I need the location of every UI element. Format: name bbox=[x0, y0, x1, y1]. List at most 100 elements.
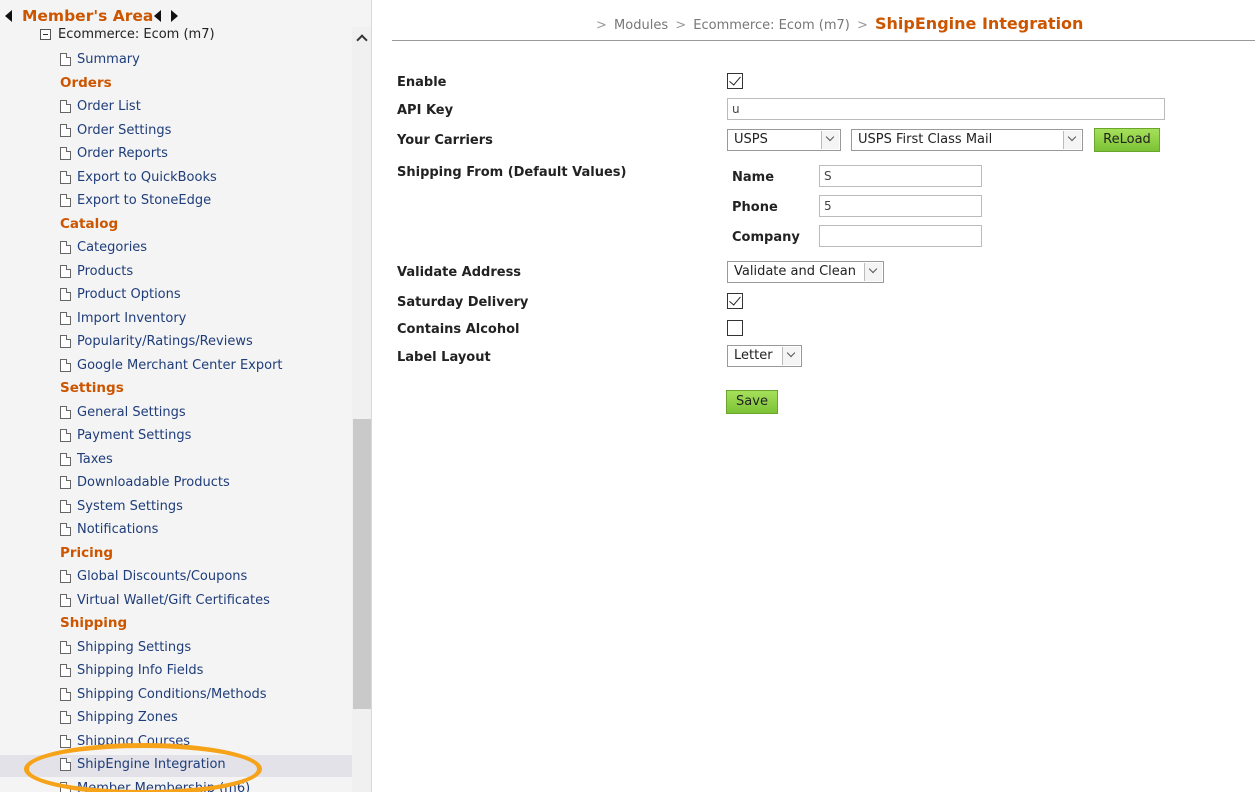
breadcrumb-modules[interactable]: Modules bbox=[614, 18, 668, 33]
phone-input[interactable] bbox=[819, 195, 982, 217]
breadcrumb-separator: > bbox=[856, 18, 868, 33]
sidebar-item-system-settings[interactable]: System Settings bbox=[0, 497, 352, 519]
sidebar-item-summary[interactable]: Summary bbox=[0, 50, 352, 72]
sidebar-item-label[interactable]: Google Merchant Center Export bbox=[77, 358, 283, 373]
page-icon bbox=[60, 406, 71, 419]
sidebar-item-label[interactable]: ShipEngine Integration bbox=[77, 757, 226, 772]
page-icon bbox=[60, 782, 71, 792]
collapse-left-icon[interactable] bbox=[5, 10, 12, 22]
breadcrumb-separator: > bbox=[675, 18, 687, 33]
page-icon bbox=[60, 641, 71, 654]
contains-alcohol-checkbox[interactable] bbox=[727, 320, 743, 336]
sidebar-item-order-list[interactable]: Order List bbox=[0, 97, 352, 119]
page-icon bbox=[60, 735, 71, 748]
carrier-select[interactable]: USPS bbox=[727, 129, 841, 151]
api-key-input[interactable] bbox=[727, 98, 1165, 120]
sidebar-item-google-merchant-center-export[interactable]: Google Merchant Center Export bbox=[0, 356, 352, 378]
enable-checkbox[interactable] bbox=[727, 73, 743, 89]
company-input[interactable] bbox=[819, 225, 982, 247]
page-icon bbox=[60, 147, 71, 160]
sidebar-item-label[interactable]: Shipping Info Fields bbox=[77, 663, 203, 678]
collapse-minus-icon[interactable] bbox=[40, 29, 51, 40]
scroll-up-icon[interactable] bbox=[356, 33, 368, 45]
sidebar-item-label[interactable]: General Settings bbox=[77, 405, 186, 420]
saturday-delivery-label: Saturday Delivery bbox=[397, 295, 529, 310]
sidebar-item-export-to-stoneedge[interactable]: Export to StoneEdge bbox=[0, 191, 352, 213]
sidebar-item-shipping-courses[interactable]: Shipping Courses bbox=[0, 732, 352, 754]
sidebar-item-label[interactable]: Global Discounts/Coupons bbox=[77, 569, 247, 584]
sidebar-item-label[interactable]: Downloadable Products bbox=[77, 475, 230, 490]
sidebar-item-label[interactable]: Order Settings bbox=[77, 123, 171, 138]
sidebar-item-shipping-info-fields[interactable]: Shipping Info Fields bbox=[0, 661, 352, 683]
sidebar-scrollbar[interactable] bbox=[352, 27, 371, 792]
sidebar-item-export-to-quickbooks[interactable]: Export to QuickBooks bbox=[0, 168, 352, 190]
saturday-delivery-checkbox[interactable] bbox=[727, 293, 743, 309]
sidebar-item-member-membership-m6[interactable]: Member Membership (m6) bbox=[0, 779, 352, 792]
scrollbar-thumb[interactable] bbox=[353, 419, 371, 709]
sidebar-item-import-inventory[interactable]: Import Inventory bbox=[0, 309, 352, 331]
sidebar-item-label[interactable]: Import Inventory bbox=[77, 311, 186, 326]
sidebar-item-downloadable-products[interactable]: Downloadable Products bbox=[0, 473, 352, 495]
chevron-down-icon bbox=[821, 131, 839, 149]
page-icon bbox=[60, 523, 71, 536]
validate-address-label: Validate Address bbox=[397, 265, 522, 280]
sidebar-item-global-discounts-coupons[interactable]: Global Discounts/Coupons bbox=[0, 567, 352, 589]
breadcrumb-parent[interactable]: Ecommerce: Ecom (m7) bbox=[693, 18, 850, 33]
sidebar-item-label[interactable]: Shipping Settings bbox=[77, 640, 191, 655]
sidebar-item-label[interactable]: Virtual Wallet/Gift Certificates bbox=[77, 593, 270, 608]
service-select[interactable]: USPS First Class Mail bbox=[851, 129, 1083, 151]
sidebar-item-product-options[interactable]: Product Options bbox=[0, 285, 352, 307]
sidebar-item-label[interactable]: Order Reports bbox=[77, 146, 168, 161]
module-group-label: Ecommerce: Ecom (m7) bbox=[58, 27, 215, 42]
section-heading-catalog: Catalog bbox=[0, 215, 352, 237]
sidebar-item-products[interactable]: Products bbox=[0, 262, 352, 284]
api-key-label: API Key bbox=[397, 103, 454, 118]
company-label: Company bbox=[732, 230, 800, 245]
chevron-down-icon bbox=[864, 263, 882, 281]
sidebar-item-label[interactable]: Product Options bbox=[77, 287, 181, 302]
sidebar-item-label[interactable]: Shipping Conditions/Methods bbox=[77, 687, 267, 702]
sidebar-item-label[interactable]: System Settings bbox=[77, 499, 183, 514]
sidebar-item-order-reports[interactable]: Order Reports bbox=[0, 144, 352, 166]
sidebar-item-label[interactable]: Categories bbox=[77, 240, 147, 255]
sidebar-item-label[interactable]: Export to StoneEdge bbox=[77, 193, 211, 208]
sidebar-item-label[interactable]: Shipping Courses bbox=[77, 734, 190, 749]
sidebar-item-taxes[interactable]: Taxes bbox=[0, 450, 352, 472]
page-icon bbox=[60, 194, 71, 207]
sidebar-item-label[interactable]: Export to QuickBooks bbox=[77, 170, 217, 185]
nav-next-icon[interactable] bbox=[171, 10, 178, 22]
page-icon bbox=[60, 335, 71, 348]
sidebar-item-general-settings[interactable]: General Settings bbox=[0, 403, 352, 425]
breadcrumb-separator: > bbox=[596, 18, 607, 33]
save-button[interactable]: Save bbox=[726, 390, 778, 414]
sidebar-item-popularity-ratings-reviews[interactable]: Popularity/Ratings/Reviews bbox=[0, 332, 352, 354]
sidebar-item-notifications[interactable]: Notifications bbox=[0, 520, 352, 542]
sidebar-item-label[interactable]: Order List bbox=[77, 99, 141, 114]
sidebar-item-payment-settings[interactable]: Payment Settings bbox=[0, 426, 352, 448]
sidebar-item-shipping-settings[interactable]: Shipping Settings bbox=[0, 638, 352, 660]
sidebar-item-virtual-wallet-gift-certificates[interactable]: Virtual Wallet/Gift Certificates bbox=[0, 591, 352, 613]
validate-address-select[interactable]: Validate and Clean bbox=[727, 261, 884, 283]
sidebar-item-label[interactable]: Notifications bbox=[77, 522, 158, 537]
sidebar-item-label[interactable]: Member Membership (m6) bbox=[77, 781, 250, 792]
label-layout-label: Label Layout bbox=[397, 350, 491, 365]
sidebar-item-label[interactable]: Payment Settings bbox=[77, 428, 191, 443]
sidebar-item-label[interactable]: Shipping Zones bbox=[77, 710, 178, 725]
page-icon bbox=[60, 688, 71, 701]
reload-button[interactable]: ReLoad bbox=[1094, 128, 1160, 152]
sidebar-item-order-settings[interactable]: Order Settings bbox=[0, 121, 352, 143]
sidebar-item-shipping-zones[interactable]: Shipping Zones bbox=[0, 708, 352, 730]
sidebar-item-label[interactable]: Products bbox=[77, 264, 133, 279]
sidebar-item-shipengine-integration[interactable]: ShipEngine Integration bbox=[0, 755, 352, 777]
sidebar-item-label[interactable]: Summary bbox=[77, 52, 140, 67]
nav-prev-icon[interactable] bbox=[154, 10, 161, 22]
page-icon bbox=[60, 312, 71, 325]
name-input[interactable] bbox=[819, 165, 982, 187]
page-icon bbox=[60, 100, 71, 113]
label-layout-select[interactable]: Letter bbox=[727, 345, 802, 367]
sidebar-item-shipping-conditions-methods[interactable]: Shipping Conditions/Methods bbox=[0, 685, 352, 707]
sidebar-item-label[interactable]: Popularity/Ratings/Reviews bbox=[77, 334, 253, 349]
sidebar-item-label[interactable]: Taxes bbox=[77, 452, 113, 467]
label-layout-value: Letter bbox=[734, 348, 773, 363]
sidebar-item-categories[interactable]: Categories bbox=[0, 238, 352, 260]
